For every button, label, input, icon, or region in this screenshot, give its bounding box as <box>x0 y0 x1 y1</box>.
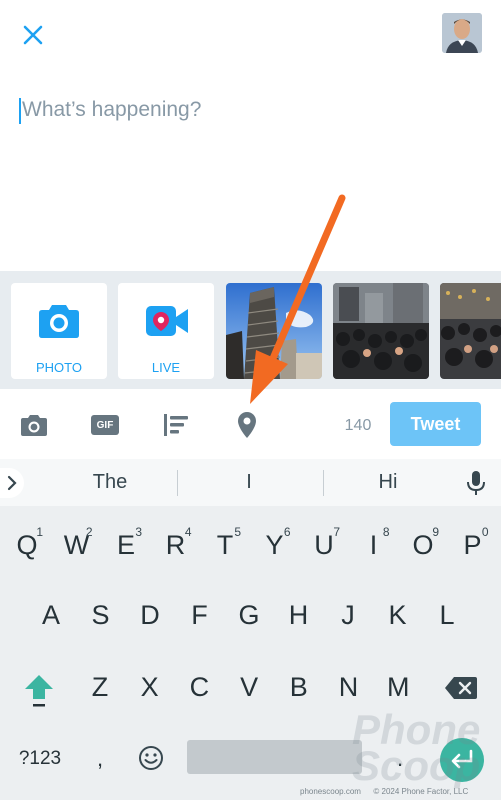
key-k[interactable]: K <box>378 585 418 645</box>
key-label: J <box>341 599 355 630</box>
key-label: V <box>240 671 259 702</box>
space-key[interactable] <box>187 740 362 774</box>
suggestion-word[interactable]: The <box>40 471 180 494</box>
key-label: H <box>288 599 309 630</box>
image-credit: phonescoop.com © 2024 Phone Factor, LLC <box>300 787 500 796</box>
key-b[interactable]: B <box>279 657 319 717</box>
backspace-key[interactable] <box>444 675 478 701</box>
suggestion-word[interactable]: Hi <box>318 471 458 494</box>
avatar[interactable] <box>442 13 482 53</box>
key-label: L <box>439 599 455 630</box>
key-a[interactable]: A <box>31 585 71 645</box>
key-d[interactable]: D <box>130 585 170 645</box>
key-label: Z <box>91 671 109 702</box>
suggestion-divider <box>177 470 178 496</box>
key-label: D <box>140 599 160 630</box>
key-label: O <box>412 529 434 560</box>
key-f[interactable]: F <box>180 585 220 645</box>
suggestion-word[interactable]: I <box>179 471 319 494</box>
credit-site: phonescoop.com <box>300 787 361 796</box>
key-e[interactable]: E3 <box>106 515 146 575</box>
key-label: M <box>386 671 410 702</box>
key-v[interactable]: V <box>229 657 269 717</box>
key-h[interactable]: H <box>279 585 319 645</box>
location-pin-icon[interactable] <box>233 411 261 439</box>
key-i[interactable]: I8 <box>354 515 394 575</box>
key-label: C <box>189 671 210 702</box>
key-label: P <box>463 529 482 560</box>
comma-key[interactable]: , <box>80 729 120 789</box>
key-r[interactable]: R4 <box>156 515 196 575</box>
compose-placeholder: What’s happening? <box>22 98 202 121</box>
key-w[interactable]: W2 <box>57 515 97 575</box>
credit-copyright: © 2024 Phone Factor, LLC <box>373 787 469 796</box>
key-number-hint: 5 <box>234 525 241 539</box>
key-number-hint: 2 <box>85 525 93 539</box>
text-caret <box>19 98 21 124</box>
key-label: G <box>238 599 260 630</box>
character-counter: 140 <box>344 417 372 434</box>
key-number-hint: 0 <box>481 525 489 539</box>
tweet-button[interactable]: Tweet <box>390 402 481 446</box>
key-label: K <box>388 599 407 630</box>
photo-camera-tile[interactable]: PHOTO <box>11 283 107 379</box>
key-label: U <box>314 529 334 560</box>
close-icon[interactable] <box>16 18 50 52</box>
live-label: LIVE <box>151 360 181 375</box>
emoji-key[interactable] <box>138 745 164 771</box>
key-p[interactable]: P0 <box>453 515 493 575</box>
key-label: E <box>116 529 135 560</box>
live-video-tile[interactable]: LIVE <box>118 283 214 379</box>
gallery-thumbnail[interactable] <box>440 283 501 379</box>
suggestion-bar: The I Hi <box>0 459 501 506</box>
key-label: F <box>191 599 208 630</box>
key-q[interactable]: Q1 <box>7 515 47 575</box>
poll-icon[interactable] <box>162 411 190 439</box>
expand-suggestions-button[interactable] <box>0 468 24 498</box>
microphone-icon[interactable] <box>465 470 487 496</box>
shift-key[interactable] <box>22 671 56 711</box>
annotation-arrow <box>250 194 346 404</box>
key-o[interactable]: O9 <box>403 515 443 575</box>
key-label: Q <box>16 529 38 560</box>
key-j[interactable]: J <box>328 585 368 645</box>
key-number-hint: 6 <box>283 525 291 539</box>
key-label: A <box>41 599 60 630</box>
key-label: B <box>289 671 308 702</box>
key-z[interactable]: Z <box>80 657 120 717</box>
key-c[interactable]: C <box>179 657 219 717</box>
tweet-compose-field[interactable]: What’s happening? <box>18 96 478 128</box>
key-x[interactable]: X <box>130 657 170 717</box>
phonescoop-watermark: Phone Scoop <box>352 709 492 790</box>
key-label: T <box>216 529 234 560</box>
watermark-line-2: Scoop <box>352 742 481 789</box>
periscope-live-icon <box>146 306 188 336</box>
camera-icon[interactable] <box>20 411 48 439</box>
key-label: Y <box>265 529 284 560</box>
key-g[interactable]: G <box>229 585 269 645</box>
key-number-hint: 3 <box>135 525 142 539</box>
key-number-hint: 1 <box>36 525 43 539</box>
key-t[interactable]: T5 <box>205 515 245 575</box>
key-l[interactable]: L <box>427 585 467 645</box>
key-label: S <box>91 599 110 630</box>
key-label: N <box>338 671 359 702</box>
key-u[interactable]: U7 <box>304 515 344 575</box>
key-y[interactable]: Y6 <box>255 515 295 575</box>
symbols-key[interactable]: ?123 <box>14 729 66 789</box>
key-label: I <box>369 529 378 560</box>
camera-icon <box>39 305 79 338</box>
gif-button[interactable]: GIF <box>91 415 119 435</box>
key-number-hint: 4 <box>184 525 192 539</box>
key-label: X <box>140 671 159 702</box>
gif-label: GIF <box>96 419 114 431</box>
key-number-hint: 9 <box>432 525 439 539</box>
key-s[interactable]: S <box>81 585 121 645</box>
key-number-hint: 8 <box>382 525 390 539</box>
chevron-right-icon <box>7 475 17 491</box>
key-number-hint: 7 <box>333 525 340 539</box>
key-label: R <box>165 529 186 560</box>
photo-label: PHOTO <box>36 360 82 375</box>
